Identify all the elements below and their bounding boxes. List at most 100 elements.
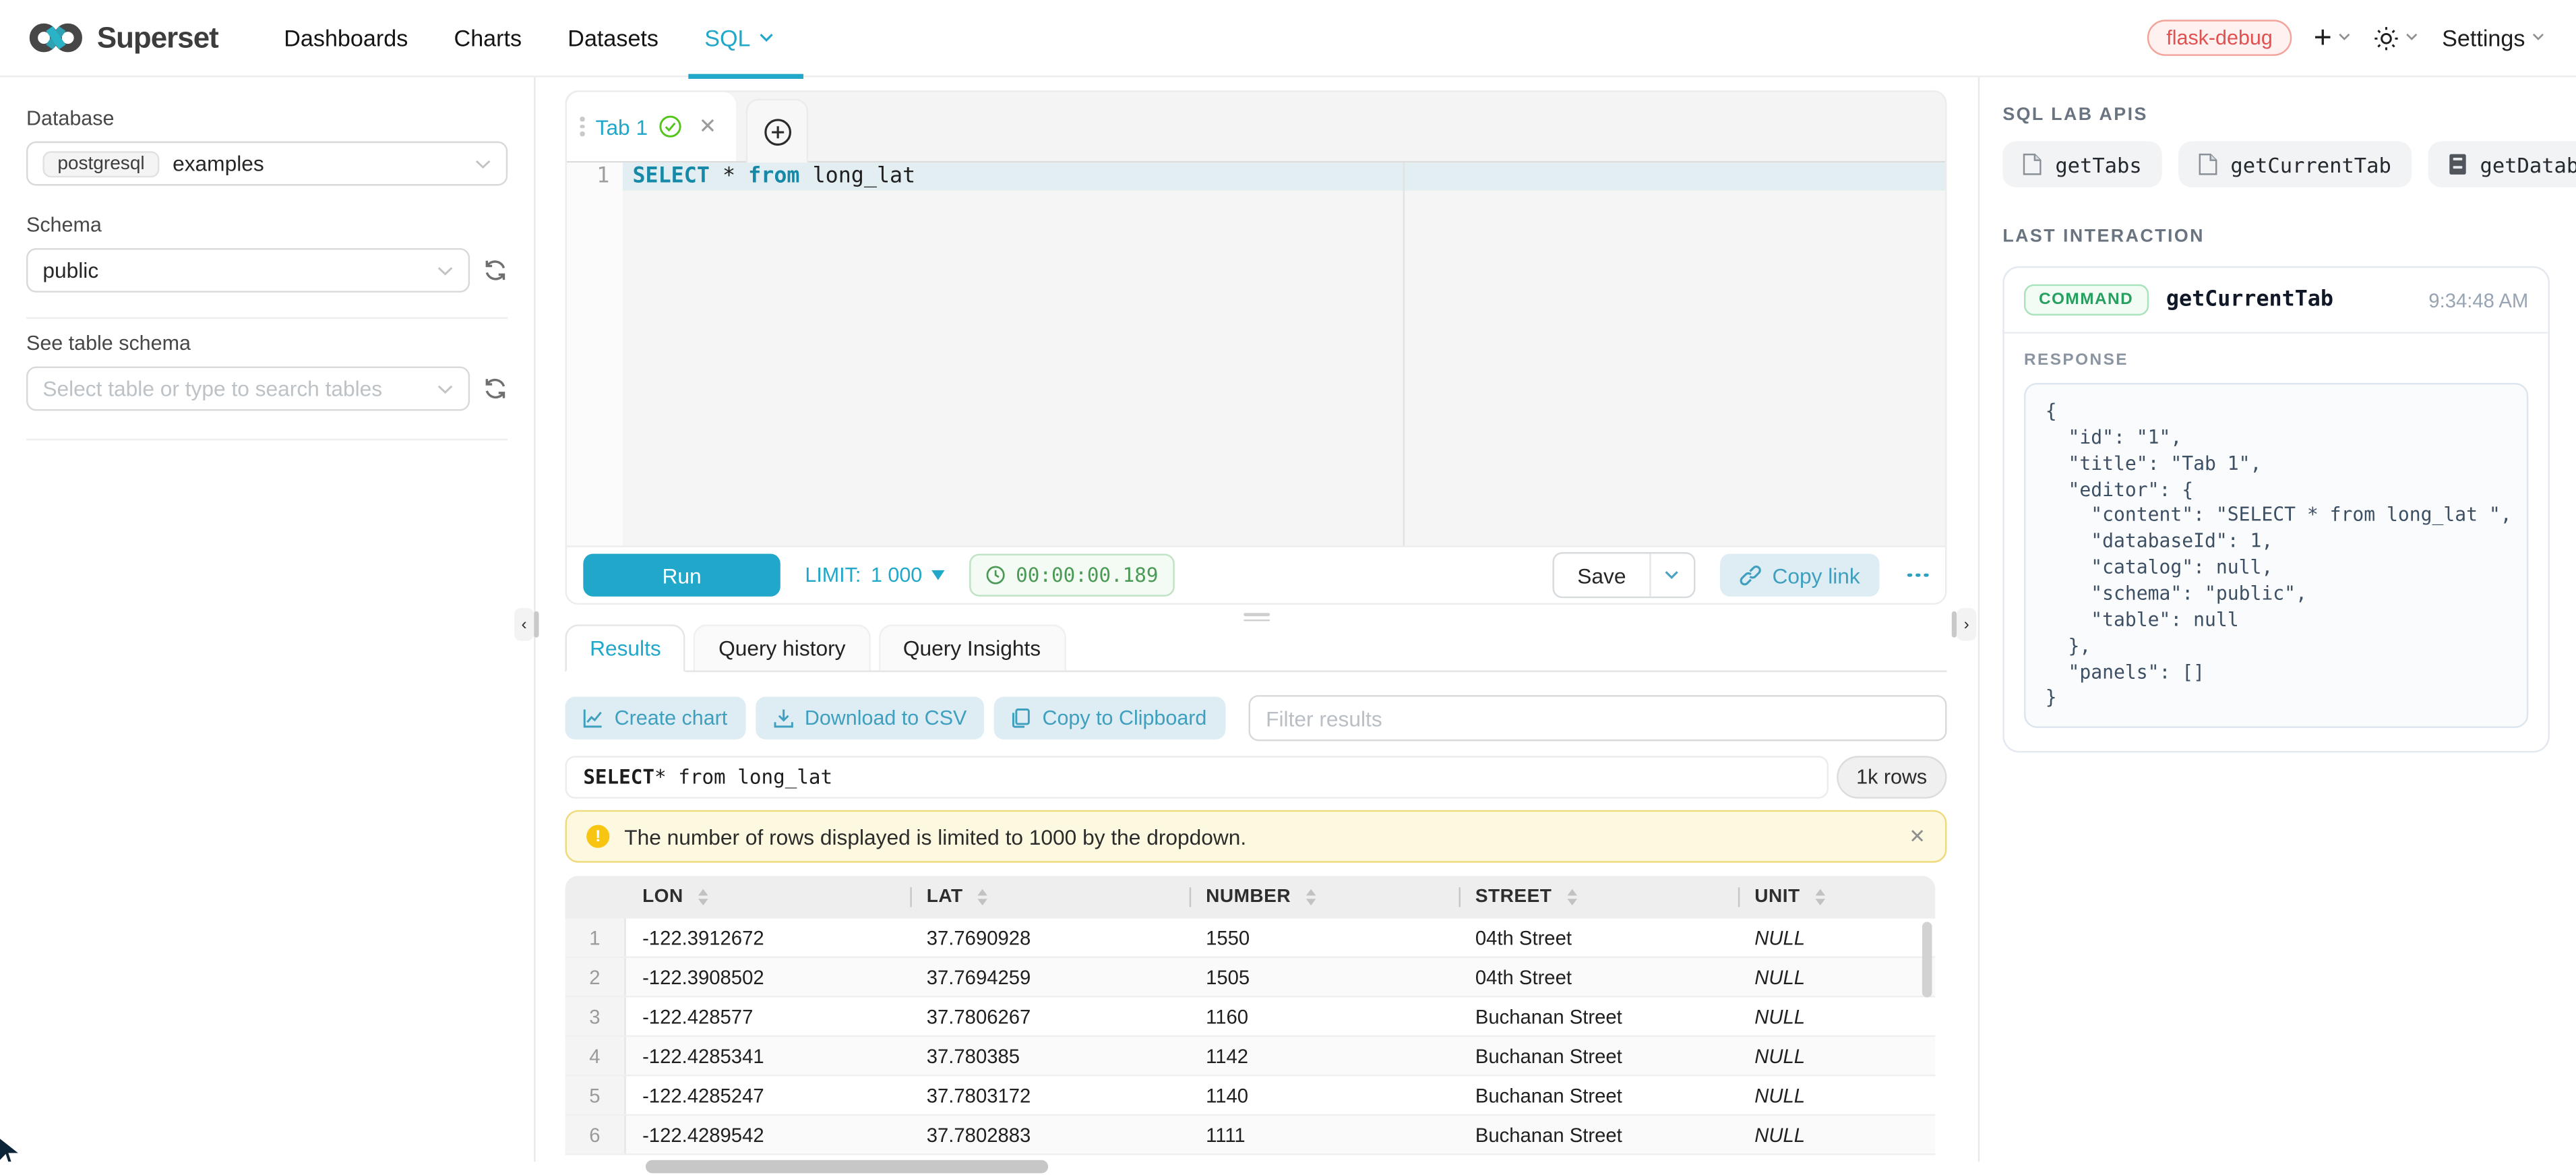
more-actions-button[interactable] <box>1907 573 1928 577</box>
interaction-header: COMMAND getCurrentTab 9:34:48 AM <box>2004 268 2548 334</box>
query-tab-title: Tab 1 <box>596 114 648 139</box>
sort-icon[interactable] <box>1566 889 1576 905</box>
index-header <box>565 876 626 918</box>
sort-icon[interactable] <box>1815 889 1825 905</box>
table-select-placeholder: Select table or type to search tables <box>42 376 382 401</box>
last-interaction-heading: LAST INTERACTION <box>2002 227 2550 246</box>
column-header-lon[interactable]: LON <box>626 876 911 918</box>
response-json: { "id": "1", "title": "Tab 1", "editor":… <box>2046 399 2507 712</box>
sql-lab-page: Superset Dashboards Charts Datasets SQL … <box>0 0 2576 1162</box>
query-preview: SELECT * from long_lat <box>565 756 1829 798</box>
chevron-down-icon <box>437 266 453 276</box>
brand-name: Superset <box>97 20 218 55</box>
close-tab-icon[interactable]: ✕ <box>699 113 717 140</box>
filter-results-input[interactable] <box>1248 695 1946 741</box>
refresh-schemas-icon[interactable] <box>483 258 508 283</box>
left-panel-drag-handle[interactable] <box>534 611 539 638</box>
apis-heading: SQL LAB APIS <box>2002 105 2550 125</box>
chevron-down-icon <box>2405 33 2420 43</box>
grid-body: 1 -122.3912672 37.7690928 1550 04th Stre… <box>565 919 1936 1155</box>
sql-code-line: SELECT * from long_lat <box>632 162 915 190</box>
database-select[interactable]: postgresql examples <box>26 142 508 186</box>
vertical-scrollbar[interactable] <box>1922 922 1932 997</box>
download-icon <box>774 709 793 728</box>
run-query-button[interactable]: Run <box>583 553 780 596</box>
tab-results[interactable]: Results <box>565 624 686 672</box>
row-index: 5 <box>565 1077 626 1114</box>
nav-sql[interactable]: SQL <box>704 0 773 76</box>
tab-query-history[interactable]: Query history <box>694 624 871 670</box>
new-item-button[interactable]: + <box>2314 22 2354 53</box>
editor-gutter: 1 <box>567 162 623 545</box>
theme-toggle-button[interactable] <box>2374 26 2420 51</box>
nav-dashboards[interactable]: Dashboards <box>284 0 408 76</box>
table-row[interactable]: 6 -122.4289542 37.7802883 1111 Buchanan … <box>565 1116 1936 1155</box>
run-toolbar: Run LIMIT: 1 000 00:00:00.189 <box>567 545 1945 603</box>
clipboard-icon <box>1013 709 1031 728</box>
copy-link-button[interactable]: Copy link <box>1719 553 1880 596</box>
navbar-right: flask-debug + <box>2147 20 2546 56</box>
timer-value: 00:00:00.189 <box>1016 564 1158 586</box>
database-engine-tag: postgresql <box>42 150 159 177</box>
column-header-street[interactable]: STREET <box>1459 876 1738 918</box>
horizontal-scrollbar[interactable] <box>565 1158 1936 1174</box>
superset-logo[interactable]: Superset <box>26 20 218 56</box>
limit-dropdown[interactable]: LIMIT: 1 000 <box>805 564 945 586</box>
table-select[interactable]: Select table or type to search tables <box>26 367 470 411</box>
table-schema-label: See table schema <box>26 332 508 355</box>
environment-badge: flask-debug <box>2147 20 2292 56</box>
create-chart-button[interactable]: Create chart <box>565 697 746 740</box>
collapse-right-panel-button[interactable]: › <box>1957 608 1976 641</box>
results-toolbar: Create chart Download to CSV <box>565 695 1947 741</box>
editor-tabbar: Tab 1 ✕ <box>567 92 1945 163</box>
save-button[interactable]: Save <box>1554 553 1649 596</box>
query-preview-row: SELECT * from long_lat 1k rows <box>565 756 1947 798</box>
close-warning-icon[interactable]: ✕ <box>1909 825 1926 848</box>
table-row[interactable]: 5 -122.4285247 37.7803172 1140 Buchanan … <box>565 1077 1936 1116</box>
row-index: 1 <box>565 919 626 957</box>
top-navbar: Superset Dashboards Charts Datasets SQL … <box>0 0 2576 78</box>
command-badge: COMMAND <box>2024 284 2148 315</box>
download-csv-button[interactable]: Download to CSV <box>756 697 985 740</box>
sidebar-divider <box>26 317 508 318</box>
tab-query-insights[interactable]: Query Insights <box>878 624 1065 670</box>
drag-dots-icon <box>580 117 584 136</box>
api-chip-getdatabases[interactable]: getDatabases <box>2427 142 2576 187</box>
table-row[interactable]: 1 -122.3912672 37.7690928 1550 04th Stre… <box>565 919 1936 959</box>
chevron-down-icon <box>759 33 774 43</box>
command-name: getCurrentTab <box>2166 288 2333 313</box>
sidebar-divider <box>26 439 508 440</box>
table-row[interactable]: 3 -122.428577 37.7806267 1160 Buchanan S… <box>565 998 1936 1037</box>
api-chip-getcurrenttab[interactable]: getCurrentTab <box>2178 142 2411 187</box>
schema-value: public <box>42 258 98 283</box>
add-tab-button[interactable] <box>746 98 809 162</box>
query-tab-1[interactable]: Tab 1 ✕ <box>567 92 737 161</box>
warning-icon: ! <box>586 825 609 848</box>
api-chip-gettabs[interactable]: getTabs <box>2002 142 2161 187</box>
right-panel-drag-handle[interactable] <box>1952 611 1957 638</box>
copy-clipboard-button[interactable]: Copy to Clipboard <box>995 697 1225 740</box>
settings-menu[interactable]: Settings <box>2442 25 2546 51</box>
nav-datasets[interactable]: Datasets <box>568 0 658 76</box>
table-row[interactable]: 4 -122.4285341 37.780385 1142 Buchanan S… <box>565 1037 1936 1077</box>
sort-icon[interactable] <box>978 889 988 905</box>
interaction-timestamp: 9:34:48 AM <box>2428 289 2528 311</box>
query-editor-card: Tab 1 ✕ <box>565 90 1947 605</box>
last-interaction-card: COMMAND getCurrentTab 9:34:48 AM RESPONS… <box>2002 266 2550 753</box>
document-icon <box>2023 153 2042 176</box>
sort-icon[interactable] <box>698 889 708 905</box>
refresh-tables-icon[interactable] <box>483 376 508 401</box>
column-header-lat[interactable]: LAT <box>910 876 1189 918</box>
column-header-unit[interactable]: UNIT <box>1738 876 1936 918</box>
schema-select[interactable]: public <box>26 248 470 293</box>
nav-charts[interactable]: Charts <box>454 0 522 76</box>
panel-resize-handle[interactable] <box>1243 613 1269 621</box>
sql-code-editor[interactable]: 1 SELECT * from long_lat <box>567 162 1945 545</box>
sort-icon[interactable] <box>1306 889 1316 905</box>
collapse-left-panel-button[interactable]: ‹ <box>514 608 534 641</box>
schema-label: Schema <box>26 214 508 237</box>
table-row[interactable]: 2 -122.3908502 37.7694259 1505 04th Stre… <box>565 958 1936 998</box>
save-options-caret[interactable] <box>1649 553 1694 596</box>
save-split-button: Save <box>1553 552 1695 598</box>
column-header-number[interactable]: NUMBER <box>1190 876 1459 918</box>
